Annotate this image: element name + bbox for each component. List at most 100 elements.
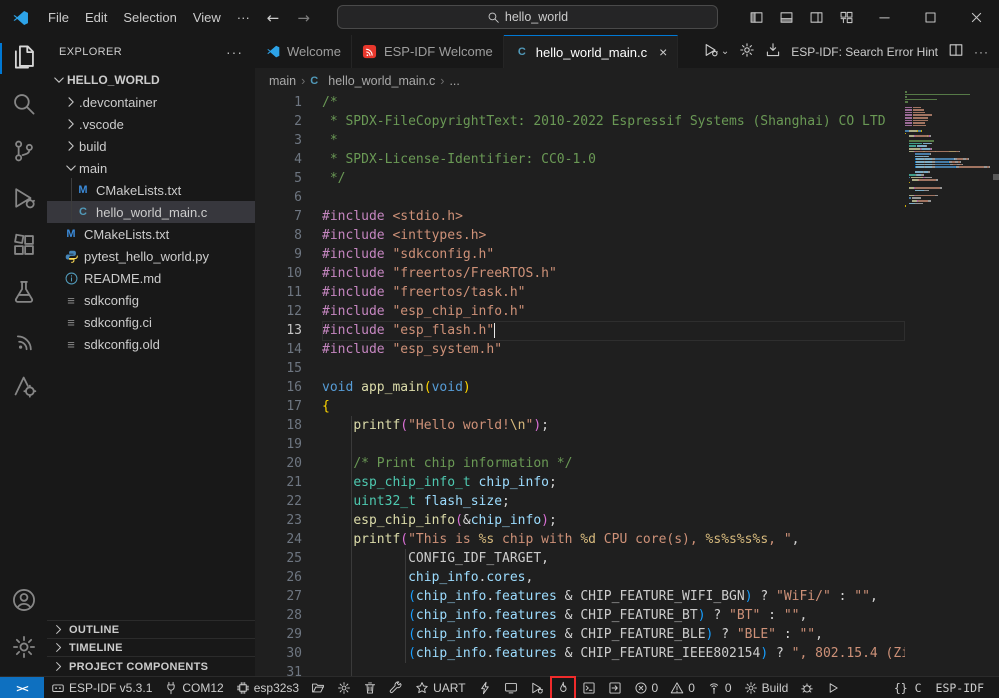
tree-item-sdkconfig[interactable]: ≡sdkconfig	[47, 289, 255, 311]
menu-view[interactable]: View	[185, 10, 229, 25]
line-text: (chip_info.features & CHIP_FEATURE_IEEE8…	[302, 644, 905, 663]
nav-back-icon[interactable]: ←	[258, 9, 289, 27]
breadcrumb-item-1[interactable]: main	[269, 74, 296, 88]
status-espidf-extension[interactable]: ESP-IDF	[931, 677, 989, 698]
layout-grid-icon[interactable]	[831, 0, 861, 35]
minimap-line	[905, 140, 993, 142]
layout-panel-icon[interactable]	[771, 0, 801, 35]
status-problems-errors[interactable]: 0	[629, 677, 664, 698]
section-timeline[interactable]: TIMELINE	[47, 638, 255, 657]
minimize-icon[interactable]	[861, 0, 907, 35]
code-editor[interactable]: 1/*2 * SPDX-FileCopyrightText: 2010-2022…	[255, 93, 905, 676]
status-problems-warnings[interactable]: 0	[665, 677, 700, 698]
activity-accounts[interactable]	[0, 578, 47, 625]
status-debug-status[interactable]	[795, 677, 819, 698]
command-center-search[interactable]: hello_world	[337, 5, 718, 29]
tab-hello-world-main[interactable]: Chello_world_main.c×	[504, 35, 678, 68]
tab-welcome[interactable]: Welcome	[255, 35, 352, 68]
split-editor-icon[interactable]	[948, 42, 964, 61]
status-flash-method[interactable]: UART	[410, 677, 470, 698]
activity-testing[interactable]	[0, 270, 47, 317]
search-error-hint-button[interactable]: ESP-IDF: Search Error Hint	[791, 45, 938, 59]
minimap-line	[905, 117, 993, 119]
c-file-icon: C	[514, 44, 530, 60]
tree-item-hello-world-main-c[interactable]: Chello_world_main.c	[47, 201, 255, 223]
activity-explorer[interactable]	[0, 35, 47, 82]
status-remote-indicator[interactable]: ><	[0, 677, 44, 698]
activity-esp-tools[interactable]	[0, 364, 47, 411]
status-language-mode[interactable]: {} C	[889, 677, 927, 698]
status-serial-port[interactable]: COM12	[159, 677, 228, 698]
activity-manage[interactable]	[0, 625, 47, 672]
breadcrumb-item-2[interactable]: Chello_world_main.c	[310, 74, 435, 88]
tree-item-cmakelists-txt[interactable]: MCMakeLists.txt	[47, 223, 255, 245]
tree-item-hello-world[interactable]: HELLO_WORLD	[47, 69, 255, 91]
activity-extensions[interactable]	[0, 223, 47, 270]
section-project-components[interactable]: PROJECT COMPONENTS	[47, 656, 255, 676]
status-ports-forwarded[interactable]: 0	[702, 677, 737, 698]
explorer-more-actions[interactable]: ···	[226, 44, 243, 60]
tab-espidf-welcome[interactable]: ESP-IDF Welcome	[352, 35, 504, 68]
tree-item-cmakelists-txt[interactable]: MCMakeLists.txt	[47, 179, 255, 201]
status-execute-custom-task[interactable]	[603, 677, 627, 698]
menu-selection[interactable]: Selection	[115, 10, 184, 25]
section-outline[interactable]: OUTLINE	[47, 620, 255, 639]
chevron-right-icon	[63, 94, 79, 110]
tree-item-readme-md[interactable]: README.md	[47, 267, 255, 289]
status-debug-device[interactable]	[525, 677, 549, 698]
c-file-icon: C	[75, 204, 91, 220]
status-espidf-version[interactable]: ESP-IDF v5.3.1	[46, 677, 157, 698]
minimap[interactable]	[905, 91, 993, 676]
text-cursor	[494, 323, 496, 338]
line-number: 24	[255, 530, 302, 549]
status-launch[interactable]	[821, 677, 845, 698]
status-device-target[interactable]: esp32s3	[231, 677, 304, 698]
minimap-line	[905, 182, 993, 184]
tree-item-sdkconfig-old[interactable]: ≡sdkconfig.old	[47, 333, 255, 355]
status-flash-device[interactable]	[473, 677, 497, 698]
status-project-folder[interactable]	[306, 677, 330, 698]
breadcrumb-label: main	[269, 74, 296, 88]
lightning-icon	[478, 681, 492, 695]
run-or-debug-icon[interactable]: ⌄	[703, 42, 729, 61]
tree-item-main[interactable]: main	[47, 157, 255, 179]
run-settings-icon[interactable]	[739, 42, 755, 61]
nav-forward-icon[interactable]: →	[288, 9, 319, 27]
maximize-icon[interactable]	[907, 0, 953, 35]
close-win-icon[interactable]	[953, 0, 999, 35]
idf-download-icon[interactable]	[765, 42, 781, 61]
action-label: ESP-IDF: Search Error Hint	[791, 45, 938, 59]
tree-item-pytest-hello-world-py[interactable]: pytest_hello_world.py	[47, 245, 255, 267]
activity-espressif-idf[interactable]	[0, 317, 47, 364]
tab-close-icon[interactable]: ×	[659, 44, 667, 60]
breadcrumb-item-3[interactable]: ...	[449, 74, 459, 88]
code-line-30: 30 (chip_info.features & CHIP_FEATURE_IE…	[255, 644, 905, 663]
line-text: #include "freertos/FreeRTOS.h"	[302, 264, 557, 283]
menu-file[interactable]: File	[40, 10, 77, 25]
minimap-line	[905, 187, 993, 189]
activity-run-and-debug[interactable]	[0, 176, 47, 223]
status-custom-task[interactable]	[384, 677, 408, 698]
status-full-clean[interactable]	[358, 677, 382, 698]
tree-item--devcontainer[interactable]: .devcontainer	[47, 91, 255, 113]
menu-more[interactable]: ···	[229, 0, 258, 35]
activity-search[interactable]	[0, 82, 47, 129]
status-espidf-terminal[interactable]	[577, 677, 601, 698]
status-monitor-device[interactable]	[499, 677, 523, 698]
menu-edit[interactable]: Edit	[77, 10, 115, 25]
layout-right-icon[interactable]	[801, 0, 831, 35]
folder-icon	[311, 681, 325, 695]
more-actions-icon[interactable]: ···	[974, 45, 989, 59]
minimap-line	[905, 153, 993, 155]
layout-left-icon[interactable]	[741, 0, 771, 35]
code-line-28: 28 (chip_info.features & CHIP_FEATURE_BT…	[255, 606, 905, 625]
status-build-task[interactable]: Build	[739, 677, 794, 698]
activity-source-control[interactable]	[0, 129, 47, 176]
tree-item--vscode[interactable]: .vscode	[47, 113, 255, 135]
code-line-7: 7#include <stdio.h>	[255, 207, 905, 226]
status-sdk-config-editor[interactable]	[332, 677, 356, 698]
tree-item-sdkconfig-ci[interactable]: ≡sdkconfig.ci	[47, 311, 255, 333]
tree-item-label: hello_world_main.c	[96, 205, 207, 220]
status-build-flash-monitor[interactable]	[551, 677, 575, 698]
tree-item-build[interactable]: build	[47, 135, 255, 157]
